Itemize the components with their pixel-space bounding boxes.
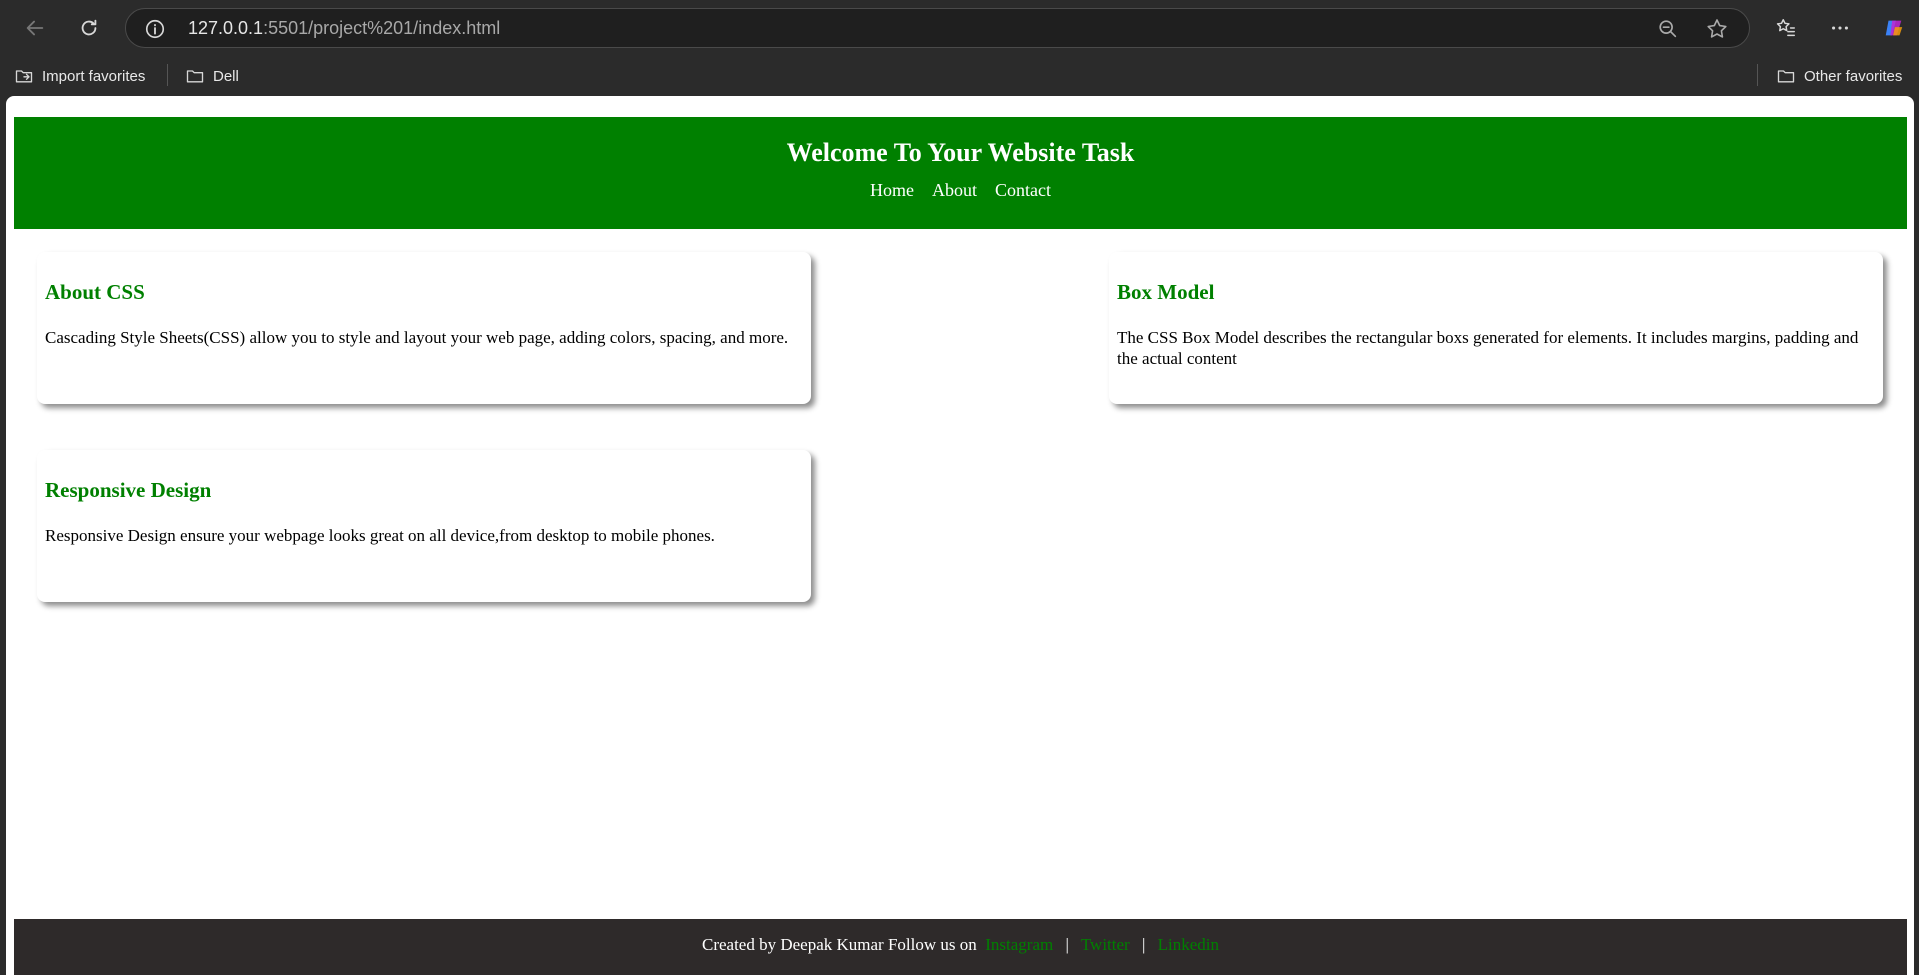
- footer-link-linkedin[interactable]: Linkedin: [1158, 935, 1219, 954]
- favorite-star-icon[interactable]: [1705, 17, 1729, 41]
- zoom-out-icon[interactable]: [1657, 18, 1679, 40]
- bookmark-import-favorites[interactable]: Import favorites: [14, 64, 145, 88]
- footer-link-twitter[interactable]: Twitter: [1081, 935, 1130, 954]
- browser-toolbar: 127.0.0.1:5501/project%201/index.html: [0, 0, 1919, 56]
- page-title: Welcome To Your Website Task: [786, 138, 1135, 167]
- card-title: Box Model: [1117, 280, 1215, 304]
- bookmark-label: Other favorites: [1804, 67, 1903, 85]
- page-viewport: Welcome To Your Website Task Home About …: [6, 96, 1914, 975]
- footer-credit-text: Created by Deepak Kumar Follow us on: [701, 935, 977, 954]
- url-host: 127.0.0.1: [188, 18, 264, 38]
- refresh-button[interactable]: [69, 8, 109, 48]
- more-dots-icon: [1832, 26, 1848, 30]
- bookmark-divider: [1757, 64, 1758, 86]
- favorites-button[interactable]: [1766, 8, 1806, 48]
- import-folder-icon: [15, 70, 33, 83]
- site-info-icon[interactable]: [144, 18, 166, 40]
- footer-separator: |: [1141, 935, 1146, 954]
- footer-separator: |: [1065, 935, 1069, 954]
- url-text: 127.0.0.1:5501/project%201/index.html: [188, 18, 500, 39]
- nav-link-contact[interactable]: Contact: [995, 180, 1051, 201]
- nav-link-home[interactable]: Home: [870, 180, 914, 201]
- url-path: :5501/project%201/index.html: [263, 18, 501, 38]
- bookmarks-bar: Import favorites Dell Other favorites: [0, 56, 1919, 96]
- bookmark-other-favorites[interactable]: Other favorites: [1776, 64, 1902, 88]
- bookmark-dell[interactable]: Dell: [185, 64, 239, 88]
- refresh-icon: [81, 19, 97, 36]
- footer-link-instagram[interactable]: Instagram: [985, 935, 1053, 954]
- site-footer: Created by Deepak Kumar Follow us on Ins…: [14, 919, 1907, 975]
- back-button[interactable]: [15, 8, 55, 48]
- main-nav: Home About Contact: [14, 180, 1907, 201]
- address-bar[interactable]: 127.0.0.1:5501/project%201/index.html: [125, 8, 1750, 48]
- card-title: About CSS: [45, 280, 145, 304]
- card-responsive-design: Responsive Design Responsive Design ensu…: [37, 450, 811, 602]
- bookmark-label: Import favorites: [42, 67, 146, 85]
- favorites-list-icon: [1776, 19, 1795, 37]
- card-title: Responsive Design: [45, 478, 212, 502]
- card-about-css: About CSS Cascading Style Sheets(CSS) al…: [37, 252, 811, 404]
- back-arrow-icon: [26, 20, 44, 36]
- folder-icon: [1777, 70, 1795, 83]
- more-options-button[interactable]: [1820, 8, 1860, 48]
- card-body: Responsive Design ensure your webpage lo…: [45, 526, 715, 545]
- copilot-icon: [1885, 20, 1903, 36]
- card-body: Cascading Style Sheets(CSS) allow you to…: [45, 328, 789, 347]
- bookmark-label: Dell: [213, 67, 239, 85]
- nav-link-about[interactable]: About: [932, 180, 977, 201]
- card-body: The CSS Box Model describes the rectangu…: [1117, 328, 1859, 368]
- card-box-model: Box Model The CSS Box Model describes th…: [1109, 252, 1883, 404]
- bookmark-divider: [167, 64, 168, 86]
- folder-icon: [186, 70, 204, 83]
- site-header: Welcome To Your Website Task Home About …: [14, 117, 1907, 229]
- copilot-button[interactable]: [1874, 8, 1914, 48]
